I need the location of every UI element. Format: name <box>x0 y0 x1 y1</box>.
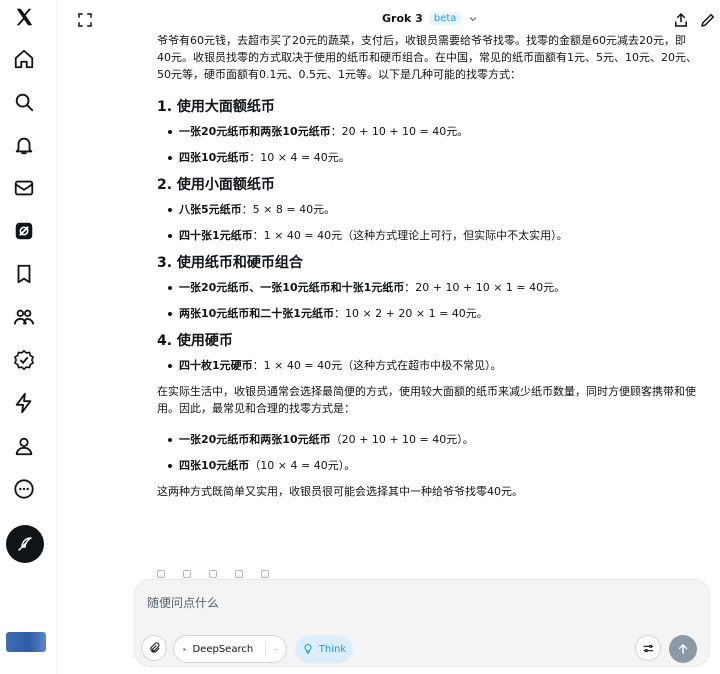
arrow-up-icon <box>678 644 688 654</box>
share-response-icon[interactable] <box>209 570 217 578</box>
item-bold: 一张20元纸币和两张10元纸币 <box>179 125 331 138</box>
regenerate-icon[interactable] <box>157 570 165 578</box>
section-heading: 1. 使用大面额纸币 <box>157 99 275 115</box>
settings-button[interactable] <box>635 635 661 661</box>
item-bold: 一张20元纸币、一张10元纸币和十张1元纸币 <box>179 281 405 294</box>
item-bold: 八张5元纸币 <box>179 203 242 216</box>
deepsearch-button[interactable]: DeepSearch <box>173 635 287 663</box>
feather-icon <box>18 537 32 551</box>
list-item: 四张10元纸币：10 × 4 = 40元。 <box>157 149 697 166</box>
dislike-icon[interactable] <box>261 570 269 578</box>
list-item: 两张10元纸币和二十张1元纸币：10 × 2 + 20 × 1 = 40元。 <box>157 305 697 322</box>
bullet-list: 一张20元纸币和两张10元纸币：20 + 10 + 10 = 40元。 四张10… <box>157 123 697 166</box>
lightbulb-icon <box>304 643 312 654</box>
bullet-list: 四十枚1元硬币：1 × 40 = 40元（这种方式在超市中极不常见）。 <box>157 357 697 374</box>
item-text: （20 + 10 + 10 = 40元）。 <box>330 433 474 446</box>
model-selector[interactable]: Grok 3 beta <box>382 12 479 25</box>
item-bold: 四十张1元纸币 <box>179 229 253 242</box>
bullet-list: 一张20元纸币、一张10元纸币和十张1元纸币：20 + 10 + 10 × 1 … <box>157 279 697 322</box>
item-text: ：5 × 8 = 40元。 <box>241 203 336 216</box>
share-icon[interactable] <box>672 11 690 29</box>
expand-icon[interactable] <box>76 11 94 29</box>
send-button[interactable] <box>669 635 697 663</box>
lightning-icon[interactable] <box>11 390 37 416</box>
sliders-icon <box>643 644 653 652</box>
item-bold: 四十枚1元硬币 <box>179 359 253 372</box>
item-text: （10 × 4 = 40元）。 <box>249 459 356 472</box>
search-icon[interactable] <box>11 89 37 115</box>
item-bold: 四张10元纸币 <box>179 151 250 164</box>
like-icon[interactable] <box>235 570 243 578</box>
item-bold: 一张20元纸币和两张10元纸币 <box>179 433 331 446</box>
chevron-down-icon[interactable] <box>274 643 278 656</box>
item-text: ：20 + 10 + 10 = 40元。 <box>330 125 469 138</box>
think-label: Think <box>318 643 347 655</box>
x-logo-icon[interactable] <box>11 4 37 30</box>
paperclip-icon <box>149 641 159 653</box>
list-item: 一张20元纸币和两张10元纸币（20 + 10 + 10 = 40元）。 <box>157 431 697 448</box>
composer[interactable]: 随便问点什么 DeepSearch Think <box>134 579 710 667</box>
list-item: 四十张1元纸币：1 × 40 = 40元（这种方式理论上可行，但实际中不太实用）… <box>157 227 697 244</box>
copy-icon[interactable] <box>183 570 191 578</box>
section-heading: 2. 使用小面额纸币 <box>157 177 275 193</box>
pencil-icon[interactable] <box>699 11 717 29</box>
bullet-list: 八张5元纸币：5 × 8 = 40元。 四十张1元纸币：1 × 40 = 40元… <box>157 201 697 244</box>
home-icon[interactable] <box>11 46 37 72</box>
item-bold: 两张10元纸币和二十张1元纸币 <box>179 307 334 320</box>
item-text: ：20 + 10 + 10 × 1 = 40元。 <box>404 281 566 294</box>
more-icon[interactable] <box>11 476 37 502</box>
deepsearch-icon <box>182 647 186 651</box>
item-text: ：1 × 40 = 40元（这种方式在超市中极不常见）。 <box>252 359 502 372</box>
intro-paragraph: 爷爷有60元钱，去超市买了20元的蔬菜，支付后，收银员需要给爷爷找零。找零的金额… <box>157 34 697 81</box>
section-heading: 4. 使用硬币 <box>157 333 233 349</box>
communities-icon[interactable] <box>11 304 37 330</box>
item-text: ：10 × 2 + 20 × 1 = 40元。 <box>333 307 488 320</box>
deepsearch-label: DeepSearch <box>192 643 254 655</box>
list-item: 八张5元纸币：5 × 8 = 40元。 <box>157 201 697 218</box>
model-title: Grok 3 <box>382 12 423 25</box>
section-heading: 3. 使用纸币和硬币组合 <box>157 255 303 271</box>
list-item: 一张20元纸币、一张10元纸币和十张1元纸币：20 + 10 + 10 × 1 … <box>157 279 697 296</box>
list-item: 一张20元纸币和两张10元纸币：20 + 10 + 10 = 40元。 <box>157 123 697 140</box>
messages-icon[interactable] <box>11 175 37 201</box>
conclusion-paragraph: 这两种方式既简单又实用，收银员很可能会选择其中一种给爷爷找零40元。 <box>157 485 523 498</box>
summary-list: 一张20元纸币和两张10元纸币（20 + 10 + 10 = 40元）。 四张1… <box>157 431 697 474</box>
item-bold: 四张10元纸币 <box>179 459 250 472</box>
sidebar <box>0 0 58 674</box>
attach-button[interactable] <box>141 635 167 661</box>
profile-icon[interactable] <box>11 433 37 459</box>
compose-post-button[interactable] <box>6 525 44 563</box>
list-item: 四张10元纸币（10 × 4 = 40元）。 <box>157 457 697 474</box>
verified-icon[interactable] <box>11 347 37 373</box>
beta-badge: beta <box>428 12 462 25</box>
summary-paragraph: 在实际生活中，收银员通常会选择最简便的方式，使用较大面额的纸币来减少纸币数量，同… <box>157 385 696 415</box>
bookmarks-icon[interactable] <box>11 261 37 287</box>
account-avatar[interactable] <box>6 632 46 652</box>
think-button[interactable]: Think <box>295 635 353 663</box>
composer-input[interactable]: 随便问点什么 <box>147 594 219 611</box>
response-content: 爷爷有60元钱，去超市买了20元的蔬菜，支付后，收银员需要给爷爷找零。找零的金额… <box>157 32 697 577</box>
item-text: ：1 × 40 = 40元（这种方式理论上可行，但实际中不太实用）。 <box>252 229 568 242</box>
notifications-icon[interactable] <box>11 132 37 158</box>
item-text: ：10 × 4 = 40元。 <box>249 151 350 164</box>
grok-icon[interactable] <box>11 218 37 244</box>
chevron-down-icon <box>470 16 477 21</box>
list-item: 四十枚1元硬币：1 × 40 = 40元（这种方式在超市中极不常见）。 <box>157 357 697 374</box>
